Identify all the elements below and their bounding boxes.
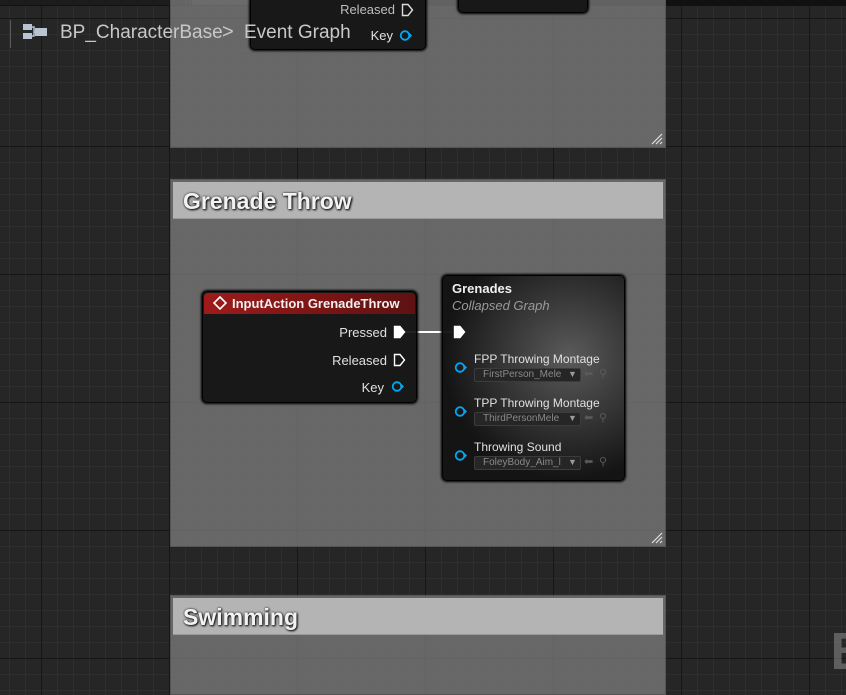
node-title: Grenades bbox=[452, 281, 512, 296]
use-asset-arrow-icon[interactable]: ⬅ bbox=[584, 411, 593, 424]
document-tab[interactable] bbox=[0, 0, 191, 5]
exec-pin-icon[interactable] bbox=[393, 353, 406, 367]
use-asset-arrow-icon[interactable]: ⬅ bbox=[584, 455, 593, 468]
dropdown-value: ThirdPersonMele bbox=[483, 413, 560, 424]
browse-search-icon[interactable]: ⚲ bbox=[599, 367, 607, 380]
object-pin-icon[interactable] bbox=[391, 380, 405, 393]
key-pin-label: Key bbox=[361, 380, 384, 395]
browse-search-icon[interactable]: ⚲ bbox=[599, 455, 607, 468]
tpp-throwing-montage-label: TPP Throwing Montage bbox=[474, 396, 600, 410]
breadcrumb: BP_CharacterBase > Event Graph bbox=[0, 6, 846, 50]
breadcrumb-divider bbox=[10, 20, 11, 48]
input-action-node[interactable]: InputAction GrenadeThrow Pressed Release… bbox=[202, 291, 417, 403]
comment-title: Swimming bbox=[183, 604, 299, 630]
tpp-montage-asset-dropdown[interactable]: ThirdPersonMele bbox=[474, 412, 581, 426]
throwing-sound-label: Throwing Sound bbox=[474, 440, 562, 454]
comment-box-swimming[interactable]: Swimming bbox=[170, 595, 666, 695]
fpp-throwing-montage-label: FPP Throwing Montage bbox=[474, 352, 600, 366]
dropdown-arrow-icon[interactable]: ▼ bbox=[568, 369, 577, 379]
comment-header[interactable]: Grenade Throw bbox=[173, 182, 663, 219]
dropdown-value: FoleyBody_Aim_l bbox=[483, 457, 561, 468]
throwing-sound-asset-dropdown[interactable]: FoleyBody_Aim_l bbox=[474, 456, 581, 470]
graph-watermark: B bbox=[830, 622, 846, 682]
object-pin-icon[interactable] bbox=[454, 449, 468, 462]
released-pin-label: Released bbox=[332, 353, 387, 368]
node-title: InputAction GrenadeThrow bbox=[232, 296, 400, 311]
dropdown-value: FirstPerson_Mele bbox=[483, 369, 562, 380]
chevron-right-icon: > bbox=[222, 21, 234, 43]
dropdown-arrow-icon[interactable]: ▼ bbox=[568, 457, 577, 467]
input-action-icon bbox=[213, 296, 227, 310]
use-asset-arrow-icon[interactable]: ⬅ bbox=[584, 367, 593, 380]
breadcrumb-graph[interactable]: Event Graph bbox=[244, 22, 351, 44]
object-pin-icon[interactable] bbox=[454, 405, 468, 418]
exec-pin-icon[interactable] bbox=[453, 325, 466, 339]
fpp-montage-asset-dropdown[interactable]: FirstPerson_Mele bbox=[474, 368, 581, 382]
object-pin-icon[interactable] bbox=[454, 361, 468, 374]
dropdown-arrow-icon[interactable]: ▼ bbox=[568, 413, 577, 423]
browse-search-icon[interactable]: ⚲ bbox=[599, 411, 607, 424]
blueprint-icon bbox=[23, 24, 47, 39]
comment-header[interactable]: Swimming bbox=[173, 598, 663, 635]
node-subtitle: Collapsed Graph bbox=[452, 298, 550, 313]
comment-title: Grenade Throw bbox=[183, 188, 352, 214]
breadcrumb-blueprint[interactable]: BP_CharacterBase bbox=[60, 22, 223, 44]
collapsed-graph-node[interactable]: Grenades Collapsed Graph FPP Throwing Mo… bbox=[442, 275, 625, 481]
resize-grip-icon[interactable] bbox=[651, 532, 663, 544]
exec-pin-icon[interactable] bbox=[393, 325, 406, 339]
resize-grip-icon[interactable] bbox=[651, 133, 663, 145]
pressed-pin-label: Pressed bbox=[339, 325, 387, 340]
